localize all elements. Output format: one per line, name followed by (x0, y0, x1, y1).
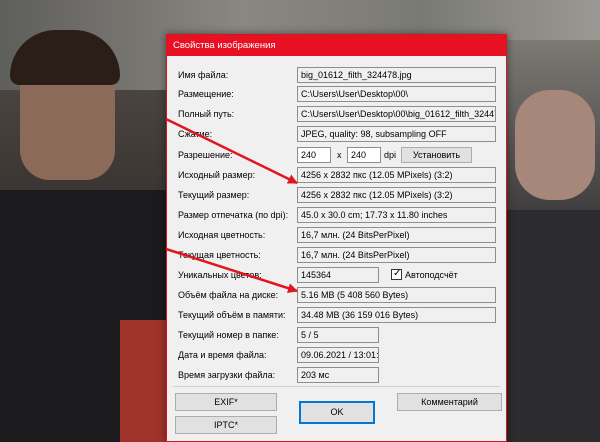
load-time-label: Время загрузки файла: (178, 370, 276, 380)
print-size-label: Размер отпечатка (по dpi): (178, 210, 289, 220)
unique-colors-field[interactable]: 145364 (297, 267, 379, 283)
current-color-depth-field[interactable]: 16,7 млн. (24 BitsPerPixel) (297, 247, 496, 263)
file-size-on-disk-label: Объём файла на диске: (178, 290, 279, 300)
row-original-color-depth: Исходная цветность: 16,7 млн. (24 BitsPe… (167, 227, 506, 245)
resolution-width-input[interactable]: 240 (297, 147, 331, 163)
current-color-depth-label: Текущая цветность: (178, 250, 261, 260)
file-name-label: Имя файла: (178, 70, 229, 80)
print-size-field[interactable]: 45.0 x 30.0 cm; 17.73 x 11.80 inches (297, 207, 496, 223)
file-datetime-label: Дата и время файла: (178, 350, 267, 360)
folder-index-label: Текущий номер в папке: (178, 330, 279, 340)
row-file-datetime: Дата и время файла: 09.06.2021 / 13:01:0… (167, 347, 506, 365)
resolution-height-input[interactable]: 240 (347, 147, 381, 163)
current-size-field[interactable]: 4256 x 2832 пкс (12.05 MPixels) (3:2) (297, 187, 496, 203)
dialog-title: Свойства изображения (167, 35, 506, 56)
original-color-depth-field[interactable]: 16,7 млн. (24 BitsPerPixel) (297, 227, 496, 243)
full-path-field[interactable]: C:\Users\User\Desktop\00\big_01612_filth… (297, 106, 496, 122)
row-unique-colors: Уникальных цветов: 145364 ✓ Автоподсчёт (167, 267, 506, 285)
row-folder-index: Текущий номер в папке: 5 / 5 (167, 327, 506, 345)
original-color-depth-label: Исходная цветность: (178, 230, 266, 240)
resolution-unit: dpi (384, 150, 397, 160)
resolution-label: Разрешение: (178, 150, 233, 160)
divider (173, 386, 500, 387)
auto-count-checkbox[interactable]: ✓ (391, 268, 402, 280)
row-current-color-depth: Текущая цветность: 16,7 млн. (24 BitsPer… (167, 247, 506, 265)
check-mark-icon: ✓ (393, 268, 402, 279)
resolution-times-sign: x (337, 150, 342, 160)
row-load-time: Время загрузки файла: 203 мс (167, 367, 506, 385)
exif-button[interactable]: EXIF* (175, 393, 277, 411)
row-full-path: Полный путь: C:\Users\User\Desktop\00\bi… (167, 106, 506, 124)
original-size-label: Исходный размер: (178, 170, 256, 180)
ok-button[interactable]: OK (299, 401, 375, 424)
current-size-label: Текущий размер: (178, 190, 250, 200)
compression-label: Сжатие: (178, 129, 213, 139)
compression-field[interactable]: JPEG, quality: 98, subsampling OFF (297, 126, 496, 142)
comment-button[interactable]: Комментарий (397, 393, 502, 411)
iptc-button[interactable]: IPTC* (175, 416, 277, 434)
file-name-field[interactable]: big_01612_filth_324478.jpg (297, 67, 496, 83)
folder-index-field[interactable]: 5 / 5 (297, 327, 379, 343)
row-print-size: Размер отпечатка (по dpi): 45.0 x 30.0 c… (167, 207, 506, 225)
row-original-size: Исходный размер: 4256 x 2832 пкс (12.05 … (167, 167, 506, 185)
row-file-name: Имя файла: big_01612_filth_324478.jpg (167, 67, 506, 85)
row-current-size: Текущий размер: 4256 x 2832 пкс (12.05 M… (167, 187, 506, 205)
row-location: Размещение: C:\Users\User\Desktop\00\ (167, 86, 506, 104)
location-label: Размещение: (178, 89, 234, 99)
image-properties-dialog: Свойства изображения Имя файла: big_0161… (166, 34, 507, 442)
auto-count-label: Автоподсчёт (405, 270, 458, 280)
memory-size-label: Текущий объём в памяти: (178, 310, 286, 320)
memory-size-field[interactable]: 34.48 MB (36 159 016 Bytes) (297, 307, 496, 323)
load-time-field[interactable]: 203 мс (297, 367, 379, 383)
file-size-on-disk-field[interactable]: 5.16 MB (5 408 560 Bytes) (297, 287, 496, 303)
original-size-field[interactable]: 4256 x 2832 пкс (12.05 MPixels) (3:2) (297, 167, 496, 183)
row-file-size-on-disk: Объём файла на диске: 5.16 MB (5 408 560… (167, 287, 506, 305)
row-resolution: Разрешение: 240 x 240 dpi Установить (167, 147, 506, 165)
row-memory-size: Текущий объём в памяти: 34.48 MB (36 159… (167, 307, 506, 325)
row-compression: Сжатие: JPEG, quality: 98, subsampling O… (167, 126, 506, 144)
location-field[interactable]: C:\Users\User\Desktop\00\ (297, 86, 496, 102)
unique-colors-label: Уникальных цветов: (178, 270, 262, 280)
set-resolution-button[interactable]: Установить (401, 147, 472, 163)
full-path-label: Полный путь: (178, 109, 235, 119)
file-datetime-field[interactable]: 09.06.2021 / 13:01:01 (297, 347, 379, 363)
